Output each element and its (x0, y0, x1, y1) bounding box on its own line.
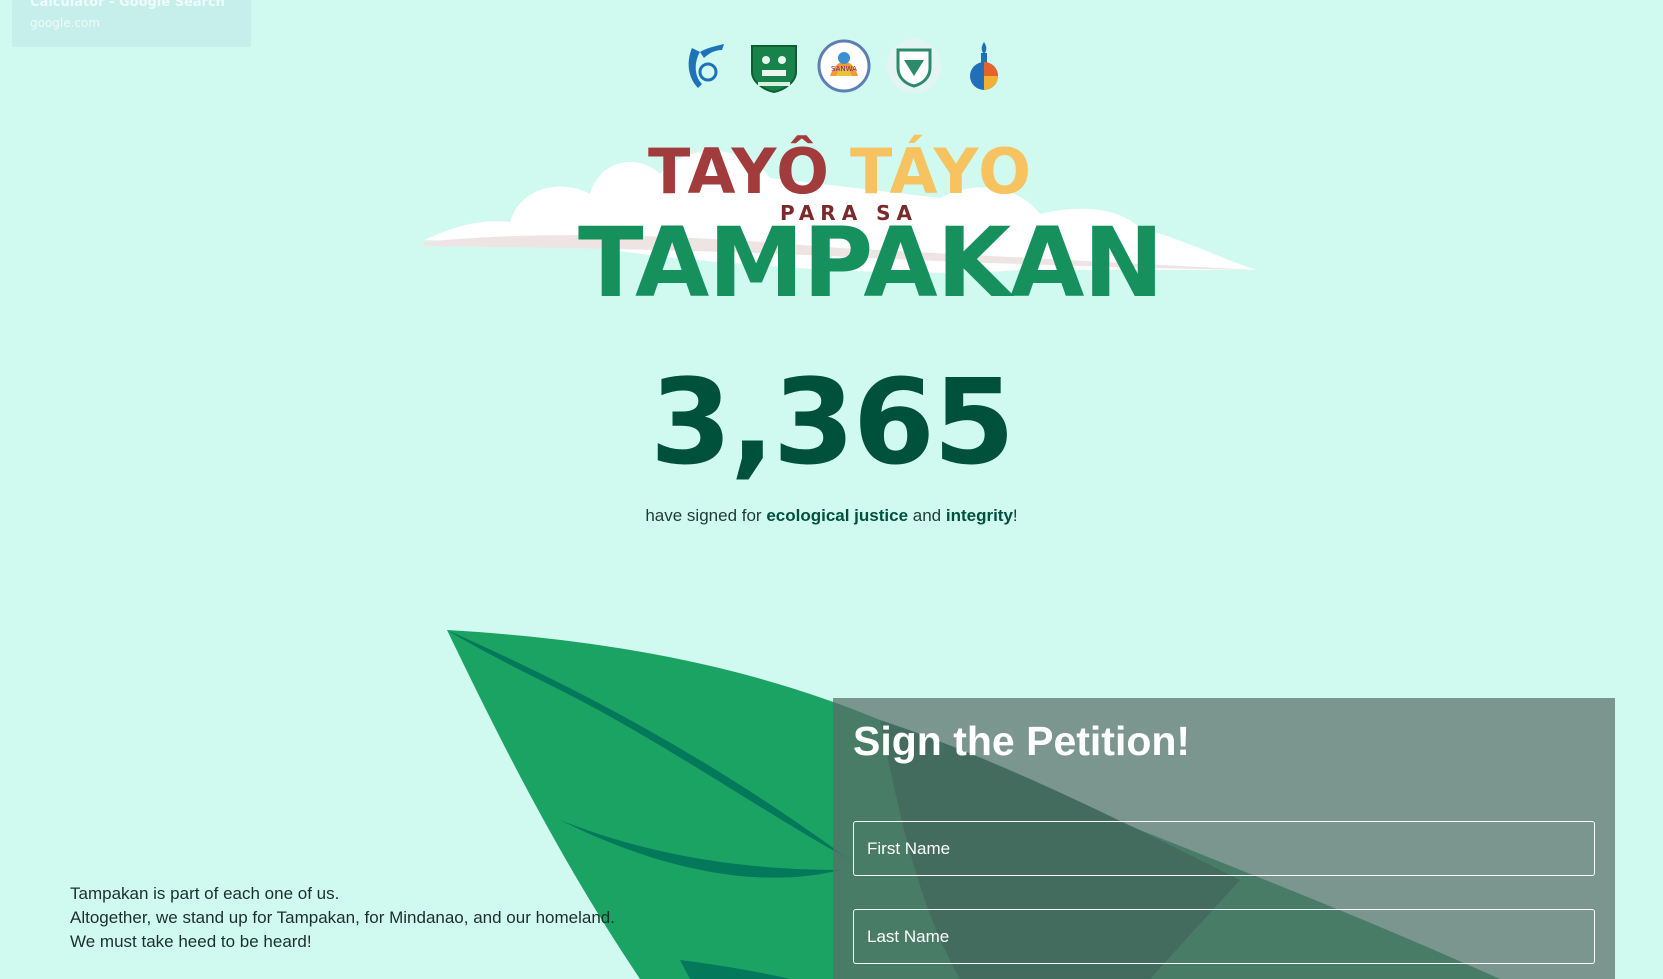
title-tampakan: TAMPAKAN (578, 207, 1163, 319)
blurb-line-3: We must take heed to be heard! (70, 932, 312, 951)
emphasis-integrity: integrity (945, 506, 1013, 525)
title-line1-tayo-2: TÁYO (850, 135, 1033, 208)
first-name-field[interactable] (853, 821, 1595, 876)
browser-toast[interactable]: Calculator - Google Search google.com (12, 0, 251, 47)
blurb-line-2: Altogether, we stand up for Tampakan, fo… (70, 908, 615, 927)
signed-caption: have signed for ecological justice and i… (645, 506, 1018, 525)
church-shield-icon (887, 39, 941, 93)
last-name-field[interactable] (853, 909, 1595, 964)
toast-url: google.com (30, 16, 101, 30)
sanwa-seal-icon: SANWA (817, 39, 871, 93)
blurb-line-1: Tampakan is part of each one of us. (70, 884, 340, 903)
emphasis-ecological-justice: ecological justice (766, 506, 909, 525)
toast-title: Calculator - Google Search (30, 0, 225, 10)
signature-counter: 3,365 (649, 353, 1015, 491)
title-line1-tayo: TAYÔ (648, 135, 831, 208)
petition-title: Sign the Petition! (853, 718, 1191, 764)
intro-blurb: Tampakan is part of each one of us. Alto… (70, 882, 710, 954)
torch-figure-icon (970, 42, 998, 90)
partner-logos: SANWA (676, 38, 1012, 94)
petition-form: Sign the Petition! (833, 698, 1615, 979)
diocese-seal-icon (688, 44, 724, 88)
tribal-council-shield-icon (751, 45, 797, 94)
tayo-tayo-title-graphic: TAYÔ TÁYO PARA SA TAMPAKAN (424, 135, 1256, 319)
svg-text:SANWA: SANWA (831, 65, 857, 73)
